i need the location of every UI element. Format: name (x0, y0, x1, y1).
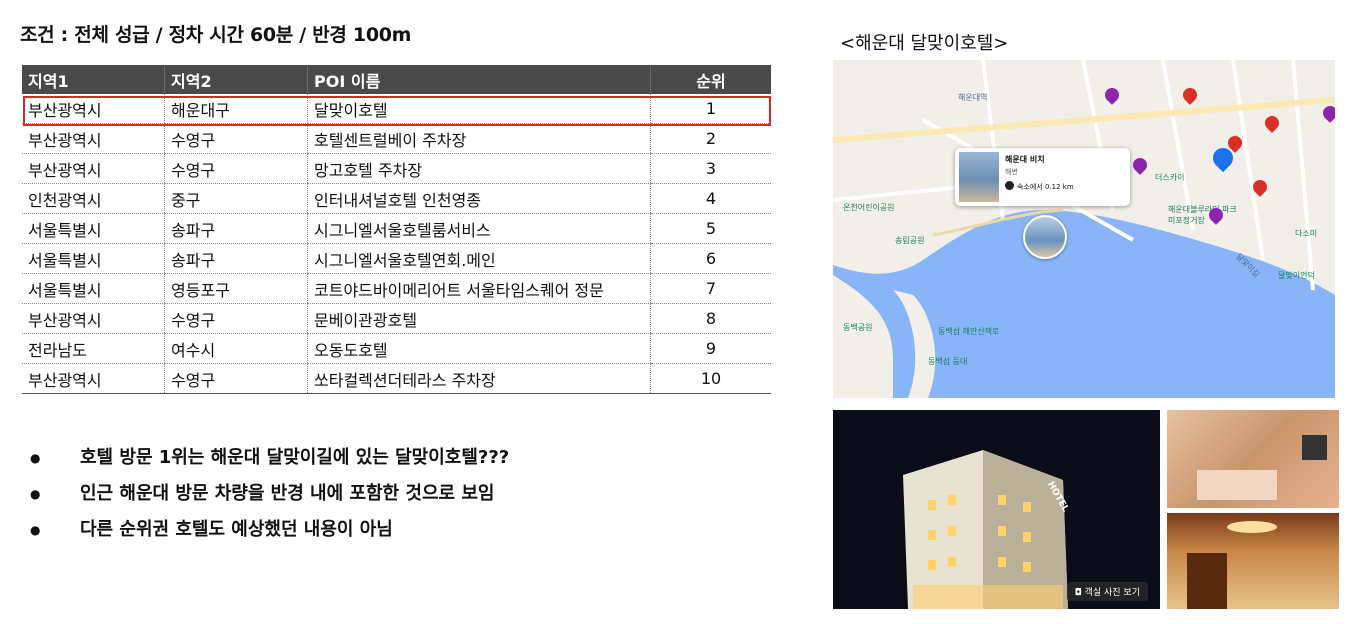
condition-text: 조건 : 전체 성급 / 정차 시간 60분 / 반경 100m (20, 24, 412, 46)
label-dasomi: 다소미 (1295, 229, 1318, 238)
cell-region2: 수영구 (164, 153, 308, 184)
popup-title: 해운대 비치 (1005, 155, 1045, 164)
tv-graphic (1302, 435, 1327, 460)
cell-poi: 인터내셔널호텔 인천영종 (307, 183, 651, 214)
table-row: 부산광역시 수영구 쏘타컬렉션더테라스 주차장 10 (22, 363, 771, 394)
header-region2: 지역2 (164, 65, 308, 94)
hotel-exterior-photo[interactable]: HOTEL ◘ 객실 사진 보기 (833, 410, 1160, 609)
cell-region1: 서울특별시 (22, 213, 165, 244)
header-poi-name: POI 이름 (307, 65, 651, 94)
cell-poi: 달맞이호텔 (307, 94, 651, 124)
header-region1: 지역1 (22, 65, 165, 94)
popup-category: 해변 (1005, 168, 1018, 176)
label-park3: 송림공원 (895, 236, 925, 245)
table-row: 부산광역시 수영구 문베이관광호텔 8 (22, 303, 771, 334)
cell-poi: 시그니엘서울호텔룸서비스 (307, 213, 651, 244)
cell-rank: 8 (650, 303, 771, 334)
table-row: 서울특별시 송파구 시그니엘서울호텔연회.메인 6 (22, 243, 771, 274)
cell-region1: 부산광역시 (22, 94, 165, 124)
bullet-item: 호텔 방문 1위는 해운대 달맞이길에 있는 달맞이호텔??? (30, 440, 509, 476)
cell-rank: 4 (650, 183, 771, 214)
door-graphic (1187, 553, 1227, 609)
hotel-building-graphic (833, 410, 1160, 609)
cell-region2: 송파구 (164, 213, 308, 244)
cell-region2: 영등포구 (164, 273, 308, 304)
table-header: 지역1 지역2 POI 이름 순위 (22, 65, 771, 94)
cell-poi: 문베이관광호텔 (307, 303, 651, 334)
label-park4: 동백공원 (843, 323, 873, 332)
cell-region1: 부산광역시 (22, 363, 165, 394)
popup-thumbnail (959, 152, 999, 202)
table-row: 부산광역시 해운대구 달맞이호텔 1 (22, 94, 771, 124)
cell-rank: 2 (650, 123, 771, 154)
cell-region2: 중구 (164, 183, 308, 214)
view-room-photos-label: 객실 사진 보기 (1084, 588, 1140, 598)
cell-region2: 송파구 (164, 243, 308, 274)
label-dalmaji: 달맞이언덕 (1278, 271, 1315, 280)
cell-rank: 9 (650, 333, 771, 364)
view-room-photos-button[interactable]: ◘ 객실 사진 보기 (1066, 582, 1148, 601)
table-row: 전라남도 여수시 오동도호텔 9 (22, 333, 771, 364)
table-row: 부산광역시 수영구 망고호텔 주차장 3 (22, 153, 771, 184)
cell-region2: 수영구 (164, 123, 308, 154)
label-sky: 더스카이 (1155, 173, 1185, 182)
main-road (833, 97, 1335, 143)
cell-region1: 부산광역시 (22, 153, 165, 184)
cell-rank: 7 (650, 273, 771, 304)
cell-region1: 서울특별시 (22, 273, 165, 304)
bullet-list: 호텔 방문 1위는 해운대 달맞이길에 있는 달맞이호텔??? 인근 해운대 방… (30, 440, 509, 548)
bed-graphic (1197, 470, 1277, 500)
map-view[interactable]: 해운대역 온천어린이공원 송림공원 동백공원 동백섬 해안산책로 동백섬 등대 … (833, 60, 1335, 398)
cell-poi: 쏘타컬렉션더테라스 주차장 (307, 363, 651, 394)
bullet-item: 인근 해운대 방문 차량을 반경 내에 포함한 것으로 보임 (30, 476, 509, 512)
beach-photo-marker[interactable] (1023, 215, 1067, 259)
walk-icon (1005, 181, 1014, 190)
label-lighthouse: 동백섬 등대 (928, 357, 968, 366)
cell-region2: 해운대구 (164, 94, 308, 124)
header-rank: 순위 (650, 65, 771, 94)
cell-region2: 수영구 (164, 363, 308, 394)
bullet-item: 다른 순위권 호텔도 예상했던 내용이 아님 (30, 512, 509, 548)
hotel-room-photo-1[interactable] (1167, 410, 1339, 508)
table-row: 인천광역시 중구 인터내셔널호텔 인천영종 4 (22, 183, 771, 214)
label-trail: 동백섬 해안산책로 (938, 327, 1000, 336)
cell-rank: 3 (650, 153, 771, 184)
cell-rank: 1 (650, 94, 771, 124)
cell-poi: 오동도호텔 (307, 333, 651, 364)
map-graphics (833, 60, 1335, 398)
label-station: 해운대역 (958, 93, 988, 102)
table-row: 서울특별시 송파구 시그니엘서울호텔룸서비스 5 (22, 213, 771, 244)
poi-popup[interactable]: 해운대 비치 해변 숙소에서 0.12 km (955, 148, 1130, 206)
cell-region2: 여수시 (164, 333, 308, 364)
cell-region1: 인천광역시 (22, 183, 165, 214)
cell-region1: 전라남도 (22, 333, 165, 364)
ceiling-light-graphic (1227, 521, 1277, 533)
camera-icon: ◘ (1074, 588, 1085, 598)
cell-poi: 시그니엘서울호텔연회.메인 (307, 243, 651, 274)
popup-distance: 숙소에서 0.12 km (1017, 183, 1074, 191)
cell-poi: 망고호텔 주차장 (307, 153, 651, 184)
cell-rank: 6 (650, 243, 771, 274)
map-title: <해운대 달맞이호텔> (840, 33, 1009, 54)
cell-region1: 부산광역시 (22, 123, 165, 154)
cell-region2: 수영구 (164, 303, 308, 334)
cell-rank: 10 (650, 363, 771, 394)
cell-region1: 서울특별시 (22, 243, 165, 274)
hotel-room-photo-2[interactable] (1167, 513, 1339, 609)
table-row: 서울특별시 영등포구 코트야드바이메리어트 서울타임스퀘어 정문 7 (22, 273, 771, 304)
label-park2: 온천어린이공원 (843, 203, 895, 212)
cell-region1: 부산광역시 (22, 303, 165, 334)
poi-ranking-table: 지역1 지역2 POI 이름 순위 부산광역시 해운대구 달맞이호텔 1 부산광역시 수… (22, 65, 771, 394)
cell-poi: 호텔센트럴베이 주차장 (307, 123, 651, 154)
label-blueline: 해운대블루라인 파크 미포정거장 (1168, 205, 1237, 225)
cell-poi: 코트야드바이메리어트 서울타임스퀘어 정문 (307, 273, 651, 304)
cell-rank: 5 (650, 213, 771, 244)
table-row: 부산광역시 수영구 호텔센트럴베이 주차장 2 (22, 123, 771, 154)
